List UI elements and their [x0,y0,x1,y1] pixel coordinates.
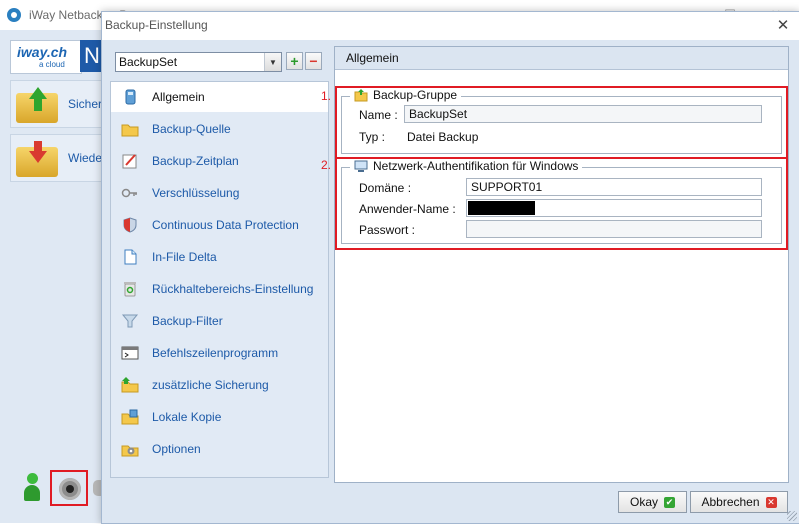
nav-item-label: Backup-Filter [152,314,223,328]
brand-logo-text: iway.ch [17,44,68,60]
backup-group-legend: Backup-Gruppe [350,88,462,102]
backup-group-title: Backup-Gruppe [373,88,458,102]
nav-item-label: Befehlszeilenprogramm [152,346,279,360]
dialog-titlebar: Backup-Einstellung ✕ [102,12,799,39]
name-label: Name : [359,108,398,122]
cancel-button-label: Abbrechen [701,495,760,509]
main-nav-restore[interactable]: Wiede [10,134,104,182]
extra-backup-icon [121,377,139,393]
nav-item-backup-quelle[interactable]: Backup-Quelle [111,114,328,144]
remove-backupset-button[interactable]: − [305,52,322,70]
nav-item-label: Backup-Zeitplan [152,154,239,168]
type-label: Typ : [359,130,386,144]
nav-item-allgemein[interactable]: Allgemein [111,82,328,112]
restore-folder-icon [16,141,58,177]
document-icon [124,249,137,265]
gear-icon [59,478,81,500]
general-icon [125,89,136,105]
dialog-close-button[interactable]: ✕ [773,15,793,35]
redacted-username [468,201,535,215]
backupset-select-value: BackupSet [119,55,178,69]
nav-item-zusaetzliche-sicherung[interactable]: zusätzliche Sicherung [111,370,328,400]
main-nav-restore-label: Wiede [68,151,103,165]
funnel-icon [121,314,139,328]
network-auth-title: Netzwerk-Authentifikation für Windows [373,159,579,173]
dialog-title: Backup-Einstellung [105,18,208,32]
recycle-bin-icon [124,282,136,297]
backup-folder-icon [16,87,58,123]
nav-item-label: zusätzliche Sicherung [152,378,269,392]
user-body [24,485,40,501]
username-field[interactable] [466,199,762,217]
ok-button-label: Okay [629,495,658,509]
password-label: Passwort : [359,223,416,237]
name-field-value: BackupSet [409,107,468,121]
nav-item-optionen[interactable]: Optionen [111,434,328,464]
nav-item-label: Rückhaltebereichs-Einstellung [152,282,314,296]
settings-button-highlight[interactable] [50,470,88,506]
nav-item-label: Allgemein [152,90,205,104]
local-copy-icon [121,409,139,425]
user-head [27,473,38,484]
backupset-select[interactable]: BackupSet ▼ [115,52,282,72]
annotation-marker-1: 1. [321,89,332,103]
arrow-up-icon [29,87,47,99]
nav-item-label: Verschlüsselung [152,186,240,200]
password-field[interactable] [466,220,762,238]
domain-field-value: SUPPORT01 [471,180,543,194]
settings-left-pane: BackupSet ▼ + − Allgemein Backup-Quelle … [110,46,329,478]
panel-header: Allgemein [335,47,788,70]
nav-item-label: Backup-Quelle [152,122,231,136]
app-logo-icon [7,8,21,22]
nav-item-rueckhaltebereich[interactable]: Rückhaltebereichs-Einstellung [111,274,328,304]
settings-nav-list: Allgemein Backup-Quelle Backup-Zeitplan … [110,81,329,478]
name-field[interactable]: BackupSet [404,105,762,123]
nav-item-label: In-File Delta [152,250,217,264]
close-icon: ✕ [765,496,777,508]
backup-group-icon [354,89,368,102]
arrow-down-stem [34,141,42,151]
nav-item-verschluesselung[interactable]: Verschlüsselung [111,178,328,208]
arrow-up-stem [34,99,42,111]
ok-button[interactable]: Okay ✔ [618,491,687,513]
check-icon: ✔ [664,496,675,508]
key-icon [121,188,137,198]
user-icon[interactable] [24,473,40,503]
nav-item-backup-zeitplan[interactable]: Backup-Zeitplan [111,146,328,176]
dialog-body: BackupSet ▼ + − Allgemein Backup-Quelle … [102,40,799,523]
panel-title: Allgemein [346,51,399,65]
brand-banner: N [80,40,102,72]
domain-field[interactable]: SUPPORT01 [466,178,762,196]
schedule-icon [122,154,137,169]
nav-item-in-file-delta[interactable]: In-File Delta [111,242,328,272]
nav-item-backup-filter[interactable]: Backup-Filter [111,306,328,336]
nav-item-label: Lokale Kopie [152,410,222,424]
cancel-button[interactable]: Abbrechen ✕ [690,491,788,513]
add-backupset-button[interactable]: + [286,52,303,70]
main-nav-backup-label: Sicher [68,97,103,111]
network-auth-legend: Netzwerk-Authentifikation für Windows [350,159,583,173]
nav-item-lokale-kopie[interactable]: Lokale Kopie [111,402,328,432]
backup-settings-dialog: Backup-Einstellung ✕ BackupSet ▼ + − All… [101,11,799,524]
annotation-marker-2: 2. [321,158,332,172]
computer-icon [354,160,368,172]
resize-grip[interactable] [787,511,797,521]
nav-item-label: Optionen [152,442,201,456]
chevron-down-icon[interactable]: ▼ [264,53,281,71]
command-line-icon [121,346,139,360]
brand-logo-subtext: a cloud [39,60,65,69]
brand-logo: iway.ch a cloud [10,40,82,74]
username-label: Anwender-Name : [359,202,456,216]
shield-icon [123,217,137,233]
arrow-down-icon [29,151,47,163]
options-icon [121,445,139,457]
domain-label: Domäne : [359,181,412,195]
nav-item-befehlszeilenprogramm[interactable]: Befehlszeilenprogramm [111,338,328,368]
main-nav-backup[interactable]: Sicher [10,80,104,128]
folder-icon [121,124,139,137]
type-value: Datei Backup [407,130,479,144]
nav-item-cdp[interactable]: Continuous Data Protection [111,210,328,240]
nav-item-label: Continuous Data Protection [152,218,299,232]
